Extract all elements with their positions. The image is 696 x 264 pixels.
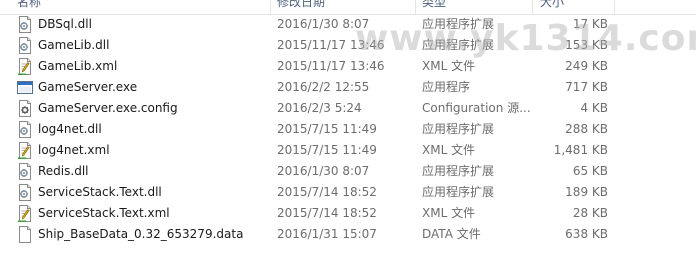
dll-file-icon [17,37,33,54]
file-name: GameLib.dll [38,38,110,52]
file-size: 189 KB [565,185,608,199]
file-modified-date: 2016/2/2 12:55 [277,80,370,94]
file-row[interactable]: log4net.xml 2015/7/15 11:49 XML 文件 1,481 KB [0,140,696,161]
file-modified-date: 2015/7/15 11:49 [277,122,377,136]
file-type: DATA 文件 [422,227,481,241]
column-header-type[interactable]: 类型 [422,0,446,14]
watermark-text: www.yk1314.com [355,18,696,59]
file-modified-date: 2015/11/17 13:46 [277,59,385,73]
file-name: GameLib.xml [38,59,118,73]
file-name: log4net.xml [38,143,110,157]
column-header-size[interactable]: 大小 [540,0,564,14]
file-size: 249 KB [565,59,608,73]
column-header-name[interactable]: 名称 [17,0,41,14]
file-size: 717 KB [565,80,608,94]
column-divider[interactable] [532,0,533,14]
file-size: 638 KB [565,227,608,241]
file-type: XML 文件 [422,206,476,220]
dll-file-icon [17,184,33,201]
file-name: ServiceStack.Text.xml [38,206,170,220]
file-modified-date: 2015/7/14 18:52 [277,185,377,199]
column-header-date[interactable]: 修改日期 [277,0,325,14]
file-type: 应用程序扩展 [422,185,495,199]
file-size: 28 KB [572,206,608,220]
file-name: GameServer.exe [38,80,138,94]
file-type: XML 文件 [422,59,476,73]
column-header-bar: 名称 修改日期 类型 大小 [0,0,696,15]
file-modified-date: 2016/1/30 8:07 [277,164,370,178]
file-size: 4 KB [580,101,608,115]
dll-file-icon [17,16,33,33]
file-type: 应用程序 [422,80,471,94]
file-size: 1,481 KB [553,143,608,157]
column-divider[interactable] [415,0,416,14]
file-name: Redis.dll [38,164,89,178]
file-modified-date: 2016/1/31 15:07 [277,227,377,241]
file-name: log4net.dll [38,122,102,136]
column-divider[interactable] [614,0,615,14]
file-row[interactable]: ServiceStack.Text.dll 2015/7/14 18:52 应用程序… [0,182,696,203]
file-row[interactable]: log4net.dll 2015/7/15 11:49 应用程序扩展 288 KB [0,119,696,140]
file-size: 288 KB [565,122,608,136]
file-modified-date: 2016/2/3 5:24 [277,101,362,115]
data-file-icon [17,226,33,243]
file-name: DBSql.dll [38,17,92,31]
file-type: 应用程序扩展 [422,122,495,136]
file-size: 65 KB [572,164,608,178]
xml-file-icon [17,142,33,160]
dll-file-icon [17,121,33,138]
file-type: Configuration 源... [422,101,530,115]
file-type: 应用程序扩展 [422,164,495,178]
file-modified-date: 2015/7/14 18:52 [277,206,377,220]
config-file-icon [17,100,33,117]
file-row[interactable]: Ship_BaseData_0.32_653279.data 2016/1/31 … [0,224,696,245]
file-name: ServiceStack.Text.dll [38,185,162,199]
column-divider[interactable] [270,0,271,14]
xml-file-icon [17,205,33,223]
file-row[interactable]: GameLib.xml 2015/11/17 13:46 XML 文件 249 KB [0,56,696,77]
xml-file-icon [17,58,33,76]
file-name: GameServer.exe.config [38,101,178,115]
dll-file-icon [17,163,33,180]
file-name: Ship_BaseData_0.32_653279.data [38,227,244,241]
file-modified-date: 2015/7/15 11:49 [277,143,377,157]
exe-file-icon [17,79,33,96]
file-row[interactable]: GameServer.exe 2016/2/2 12:55 应用程序 717 KB [0,77,696,98]
file-row[interactable]: ServiceStack.Text.xml 2015/7/14 18:52 XML … [0,203,696,224]
file-type: XML 文件 [422,143,476,157]
file-row[interactable]: GameServer.exe.config 2016/2/3 5:24 Config… [0,98,696,119]
file-row[interactable]: Redis.dll 2016/1/30 8:07 应用程序扩展 65 KB [0,161,696,182]
